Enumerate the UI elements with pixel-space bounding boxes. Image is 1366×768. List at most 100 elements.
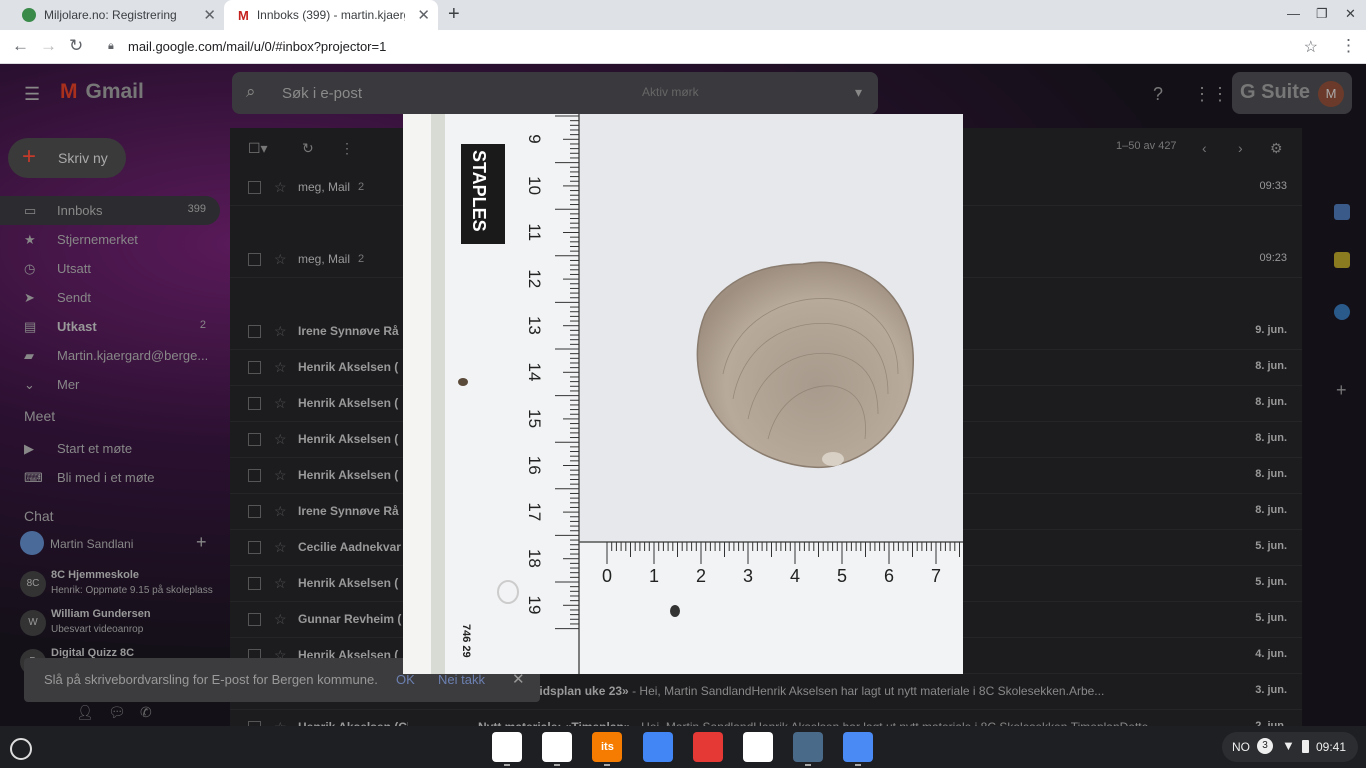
row-checkbox[interactable]	[248, 325, 261, 338]
row-checkbox[interactable]	[248, 253, 261, 266]
search-options-icon[interactable]: ▾	[855, 84, 862, 101]
help-icon[interactable]: ?	[1153, 84, 1163, 105]
play-store-app[interactable]	[743, 732, 773, 762]
shell-photo: 910111213141516171819 01234567 STAPLES 7…	[403, 114, 963, 674]
forward-icon[interactable]: →	[40, 36, 57, 56]
chat-user[interactable]: Martin Sandlani +	[20, 531, 220, 557]
phone-icon[interactable]: ✆	[140, 704, 152, 721]
row-checkbox[interactable]	[248, 613, 261, 626]
next-page-icon[interactable]: ›	[1238, 140, 1243, 156]
menu-kebab-icon[interactable]: ⋮	[1340, 36, 1357, 56]
email-sender: meg, Mail	[298, 180, 351, 194]
prev-page-icon[interactable]: ‹	[1202, 140, 1207, 156]
ruler-number: 2	[696, 566, 706, 586]
email-subject-snippet: iale: «Arbeidsplan uke 23» - Hei, Martin…	[478, 684, 1202, 698]
bookmark-star-icon[interactable]: ☆	[1304, 37, 1318, 57]
star-icon[interactable]: ☆	[274, 395, 287, 412]
star-icon[interactable]: ☆	[274, 539, 287, 556]
its-app[interactable]: its	[592, 732, 623, 762]
star-icon[interactable]: ☆	[274, 179, 287, 196]
row-checkbox[interactable]	[248, 397, 261, 410]
sidebar-item-inbox[interactable]: ▭ Innboks 399	[0, 196, 220, 225]
minimize-icon[interactable]: —	[1287, 6, 1300, 21]
sidebar-item-starred[interactable]: ★ Stjernemerket	[0, 225, 220, 254]
dirt-spot	[458, 378, 468, 386]
row-checkbox[interactable]	[248, 541, 261, 554]
youtube-app[interactable]	[692, 732, 723, 762]
system-tray[interactable]: NO 3 ▼ 09:41	[1222, 732, 1358, 762]
launcher-button[interactable]	[10, 738, 32, 760]
star-icon[interactable]: ☆	[274, 611, 287, 628]
sidebar-item-drafts[interactable]: ▤ Utkast 2	[0, 312, 220, 341]
row-checkbox[interactable]	[248, 433, 261, 446]
email-date: 9. jun.	[1255, 324, 1287, 336]
email-date: 09:33	[1259, 180, 1287, 192]
keep-icon[interactable]	[1334, 252, 1350, 268]
snackbar-no-thanks-button[interactable]: Nei takk	[438, 672, 485, 687]
join-meeting-item[interactable]: ⌨ Bli med i et møte	[0, 463, 220, 492]
new-chat-icon[interactable]: +	[196, 532, 207, 553]
search-bar[interactable]: ⌕ Søk i e-post Aktiv mørk ▾	[232, 72, 878, 114]
account-area[interactable]: G Suite M	[1232, 72, 1352, 114]
close-tab-icon[interactable]: ✕	[417, 6, 430, 24]
sidebar-item-snoozed[interactable]: ◷ Utsatt	[0, 254, 220, 283]
row-checkbox[interactable]	[248, 361, 261, 374]
row-checkbox[interactable]	[248, 505, 261, 518]
table-row[interactable]: ☆Henrik Akselsen (ClNytt materiale: «Tim…	[230, 710, 1302, 726]
star-icon[interactable]: ☆	[274, 503, 287, 520]
search-icon[interactable]: ⌕	[246, 82, 256, 102]
add-addon-icon[interactable]: +	[1336, 380, 1347, 401]
star-icon[interactable]: ☆	[274, 575, 287, 592]
back-icon[interactable]: ←	[12, 36, 29, 56]
star-icon[interactable]: ☆	[274, 323, 287, 340]
row-checkbox[interactable]	[248, 181, 261, 194]
sidebar-item-label[interactable]: ▰ Martin.kjaergard@berge...	[0, 341, 220, 370]
email-date: 5. jun.	[1255, 540, 1287, 552]
tasks-icon[interactable]	[1334, 304, 1350, 320]
close-tab-icon[interactable]: ✕	[203, 6, 216, 24]
chat-conversation[interactable]: W William Gundersen Ubesvart videoanrop	[20, 605, 220, 643]
compose-button[interactable]: + Skriv ny	[8, 138, 126, 178]
files-app[interactable]	[843, 732, 874, 762]
tab-title: Miljolare.no: Registrering	[44, 8, 177, 22]
reload-icon[interactable]: ↻	[69, 36, 83, 56]
calculator-app[interactable]	[793, 732, 824, 762]
select-all-checkbox[interactable]: ☐▾	[248, 140, 268, 157]
start-meeting-item[interactable]: ▶ Start et møte	[0, 434, 220, 463]
chat-bubble-icon[interactable]: 💬︎	[108, 704, 126, 721]
url-text[interactable]: mail.google.com/mail/u/0/#inbox?projecto…	[128, 39, 386, 54]
svg-text:STAPLES: STAPLES	[469, 150, 489, 232]
sidebar-item-more[interactable]: ⌄ Mer	[0, 370, 220, 399]
email-sender: Henrik Akselsen (	[298, 396, 399, 410]
row-checkbox[interactable]	[248, 469, 261, 482]
person-icon[interactable]: 👤︎	[76, 704, 94, 721]
star-icon[interactable]: ☆	[274, 467, 287, 484]
gmail-app[interactable]	[542, 732, 573, 762]
main-menu-icon[interactable]: ☰	[24, 84, 40, 105]
row-checkbox[interactable]	[248, 577, 261, 590]
tab-miljolare[interactable]: Miljolare.no: Registrering ✕	[8, 0, 224, 30]
snackbar-ok-button[interactable]: OK	[396, 672, 415, 687]
gmail-logo[interactable]: M Gmail	[60, 80, 144, 104]
avatar[interactable]: M	[1318, 81, 1344, 107]
chat-conversation[interactable]: 8C 8C Hjemmeskole Henrik: Oppmøte 9.15 p…	[20, 566, 220, 604]
star-icon[interactable]: ☆	[274, 719, 287, 726]
more-options-icon[interactable]: ⋮	[340, 140, 354, 157]
ruler-number: 14	[525, 363, 544, 382]
close-window-icon[interactable]: ✕	[1345, 6, 1356, 22]
settings-gear-icon[interactable]: ⚙	[1270, 140, 1283, 157]
chrome-app[interactable]	[492, 732, 522, 762]
restore-icon[interactable]: ❐	[1316, 6, 1328, 22]
omnibox[interactable]: 🔒︎ mail.google.com/mail/u/0/#inbox?proje…	[100, 33, 1326, 61]
calendar-icon[interactable]	[1334, 204, 1350, 220]
star-icon[interactable]: ☆	[274, 359, 287, 376]
docs-app[interactable]	[642, 732, 673, 762]
tab-gmail-inbox[interactable]: M Innboks (399) - martin.kjaergard@be ✕	[224, 0, 438, 30]
app-running-indicator	[604, 764, 611, 766]
new-tab-button[interactable]: +	[448, 3, 460, 26]
dirt-spot	[670, 605, 680, 617]
refresh-icon[interactable]: ↻	[302, 140, 314, 157]
star-icon[interactable]: ☆	[274, 251, 287, 268]
sidebar-item-sent[interactable]: ➤ Sendt	[0, 283, 220, 312]
star-icon[interactable]: ☆	[274, 431, 287, 448]
